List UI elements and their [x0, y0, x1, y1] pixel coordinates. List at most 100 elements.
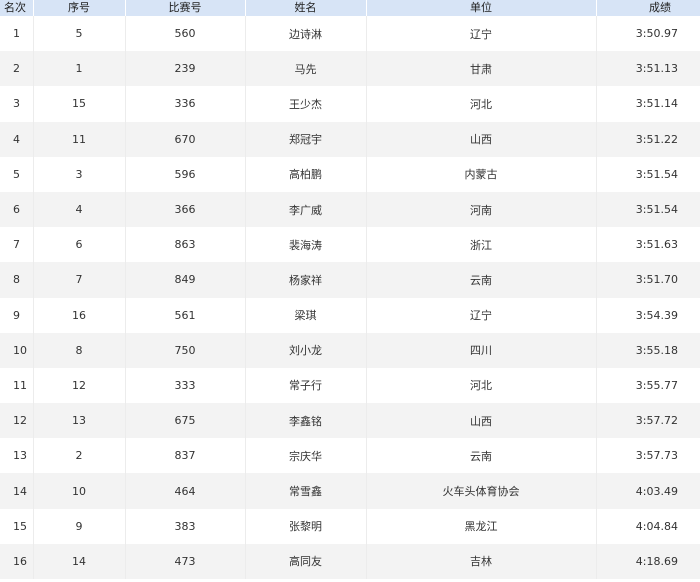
rank-cell: 14 — [0, 473, 34, 509]
table-row: 12 13 675 李鑫铭 山西 3:57.72 — [0, 403, 700, 439]
seq-cell: 14 — [33, 543, 126, 579]
seq-cell: 5 — [33, 16, 126, 52]
bib-cell: 560 — [125, 16, 246, 52]
rank-cell: 3 — [0, 86, 34, 122]
time-cell: 3:57.72 — [635, 414, 678, 428]
rank-cell: 12 — [0, 403, 34, 439]
bib-cell: 239 — [125, 51, 246, 87]
unit-cell: 河北 — [366, 367, 597, 404]
name-cell: 王少杰 — [245, 86, 367, 122]
header-rank: 名次 — [0, 0, 34, 16]
results-table: 名次 序号 比赛号 姓名 单位 成绩 1 5 560 边诗淋 辽宁 3:50.97 2 1 23… — [0, 0, 700, 579]
table-row: 10 8 750 刘小龙 四川 3:55.18 — [0, 332, 700, 368]
name-cell: 裴海涛 — [245, 227, 367, 263]
unit-cell: 火车头体育协会 — [366, 473, 597, 509]
table-row: 15 9 383 张黎明 黑龙江 4:04.84 — [0, 508, 700, 544]
header-row: 名次 序号 比赛号 姓名 单位 成绩 — [0, 0, 700, 16]
time-cell: 3:57.73 — [635, 449, 678, 463]
unit-cell: 云南 — [366, 438, 597, 474]
unit-cell: 吉林 — [366, 543, 597, 579]
unit-cell: 山西 — [366, 403, 597, 439]
bib-cell: 750 — [125, 332, 246, 368]
rank-cell: 5 — [0, 156, 34, 192]
rank-cell: 13 — [0, 438, 34, 474]
table-row: 14 10 464 常雪鑫 火车头体育协会 4:03.49 — [0, 473, 700, 509]
seq-cell: 4 — [33, 191, 126, 228]
unit-cell: 河南 — [366, 191, 597, 228]
table-row: 1 5 560 边诗淋 辽宁 3:50.97 — [0, 16, 700, 52]
time-cell: 3:55.18 — [635, 343, 678, 357]
name-cell: 张黎明 — [245, 508, 367, 544]
seq-cell: 9 — [33, 508, 126, 544]
header-unit: 单位 — [366, 0, 597, 16]
table-body: 1 5 560 边诗淋 辽宁 3:50.97 2 1 239 马先 甘肃 3:51.13 3 15 336 王… — [0, 16, 700, 579]
rank-cell: 1 — [0, 16, 34, 52]
bib-cell: 675 — [125, 403, 246, 439]
name-cell: 高同友 — [245, 543, 367, 579]
bib-cell: 849 — [125, 262, 246, 298]
seq-cell: 2 — [33, 438, 126, 474]
bib-cell: 333 — [125, 367, 246, 404]
seq-cell: 12 — [33, 367, 126, 404]
unit-cell: 河北 — [366, 86, 597, 122]
seq-cell: 7 — [33, 262, 126, 298]
rank-cell: 8 — [0, 262, 34, 298]
unit-cell: 四川 — [366, 332, 597, 368]
time-cell: 3:51.54 — [635, 203, 678, 217]
name-cell: 常雪鑫 — [245, 473, 367, 509]
time-cell: 3:51.13 — [635, 62, 678, 76]
rank-cell: 6 — [0, 191, 34, 228]
header-bib: 比赛号 — [125, 0, 246, 16]
unit-cell: 云南 — [366, 262, 597, 298]
seq-cell: 16 — [33, 297, 126, 333]
time-cell: 3:51.70 — [635, 273, 678, 287]
table-row: 8 7 849 杨家祥 云南 3:51.70 — [0, 262, 700, 298]
time-cell: 3:54.39 — [635, 308, 678, 322]
time-cell: 3:55.77 — [635, 378, 678, 392]
table-row: 16 14 473 高同友 吉林 4:18.69 — [0, 543, 700, 579]
bib-cell: 670 — [125, 121, 246, 157]
table-row: 9 16 561 梁琪 辽宁 3:54.39 — [0, 297, 700, 333]
bib-cell: 464 — [125, 473, 246, 509]
seq-cell: 10 — [33, 473, 126, 509]
seq-cell: 3 — [33, 156, 126, 192]
seq-cell: 1 — [33, 51, 126, 87]
name-cell: 李广威 — [245, 191, 367, 228]
bib-cell: 336 — [125, 86, 246, 122]
bib-cell: 366 — [125, 191, 246, 228]
seq-cell: 15 — [33, 86, 126, 122]
table-row: 3 15 336 王少杰 河北 3:51.14 — [0, 86, 700, 122]
table-row: 4 11 670 郑冠宇 山西 3:51.22 — [0, 121, 700, 157]
name-cell: 高柏鹏 — [245, 156, 367, 192]
seq-cell: 6 — [33, 227, 126, 263]
name-cell: 常子行 — [245, 367, 367, 404]
rank-cell: 2 — [0, 51, 34, 87]
name-cell: 刘小龙 — [245, 332, 367, 368]
rank-cell: 4 — [0, 121, 34, 157]
name-cell: 宗庆华 — [245, 438, 367, 474]
rank-cell: 16 — [0, 543, 34, 579]
rank-cell: 7 — [0, 227, 34, 263]
name-cell: 李鑫铭 — [245, 403, 367, 439]
rank-cell: 10 — [0, 332, 34, 368]
seq-cell: 8 — [33, 332, 126, 368]
time-cell: 3:51.54 — [635, 167, 678, 181]
unit-cell: 辽宁 — [366, 16, 597, 52]
table-row: 7 6 863 裴海涛 浙江 3:51.63 — [0, 227, 700, 263]
seq-cell: 11 — [33, 121, 126, 157]
unit-cell: 内蒙古 — [366, 156, 597, 192]
bib-cell: 596 — [125, 156, 246, 192]
table-header: 名次 序号 比赛号 姓名 单位 成绩 — [0, 0, 700, 16]
table-row: 2 1 239 马先 甘肃 3:51.13 — [0, 51, 700, 87]
unit-cell: 黑龙江 — [366, 508, 597, 544]
name-cell: 梁琪 — [245, 297, 367, 333]
bib-cell: 473 — [125, 543, 246, 579]
time-cell: 4:18.69 — [635, 554, 678, 568]
table-row: 5 3 596 高柏鹏 内蒙古 3:51.54 — [0, 156, 700, 192]
bib-cell: 383 — [125, 508, 246, 544]
name-cell: 边诗淋 — [245, 16, 367, 52]
rank-cell: 11 — [0, 367, 34, 404]
bib-cell: 561 — [125, 297, 246, 333]
unit-cell: 辽宁 — [366, 297, 597, 333]
bib-cell: 863 — [125, 227, 246, 263]
